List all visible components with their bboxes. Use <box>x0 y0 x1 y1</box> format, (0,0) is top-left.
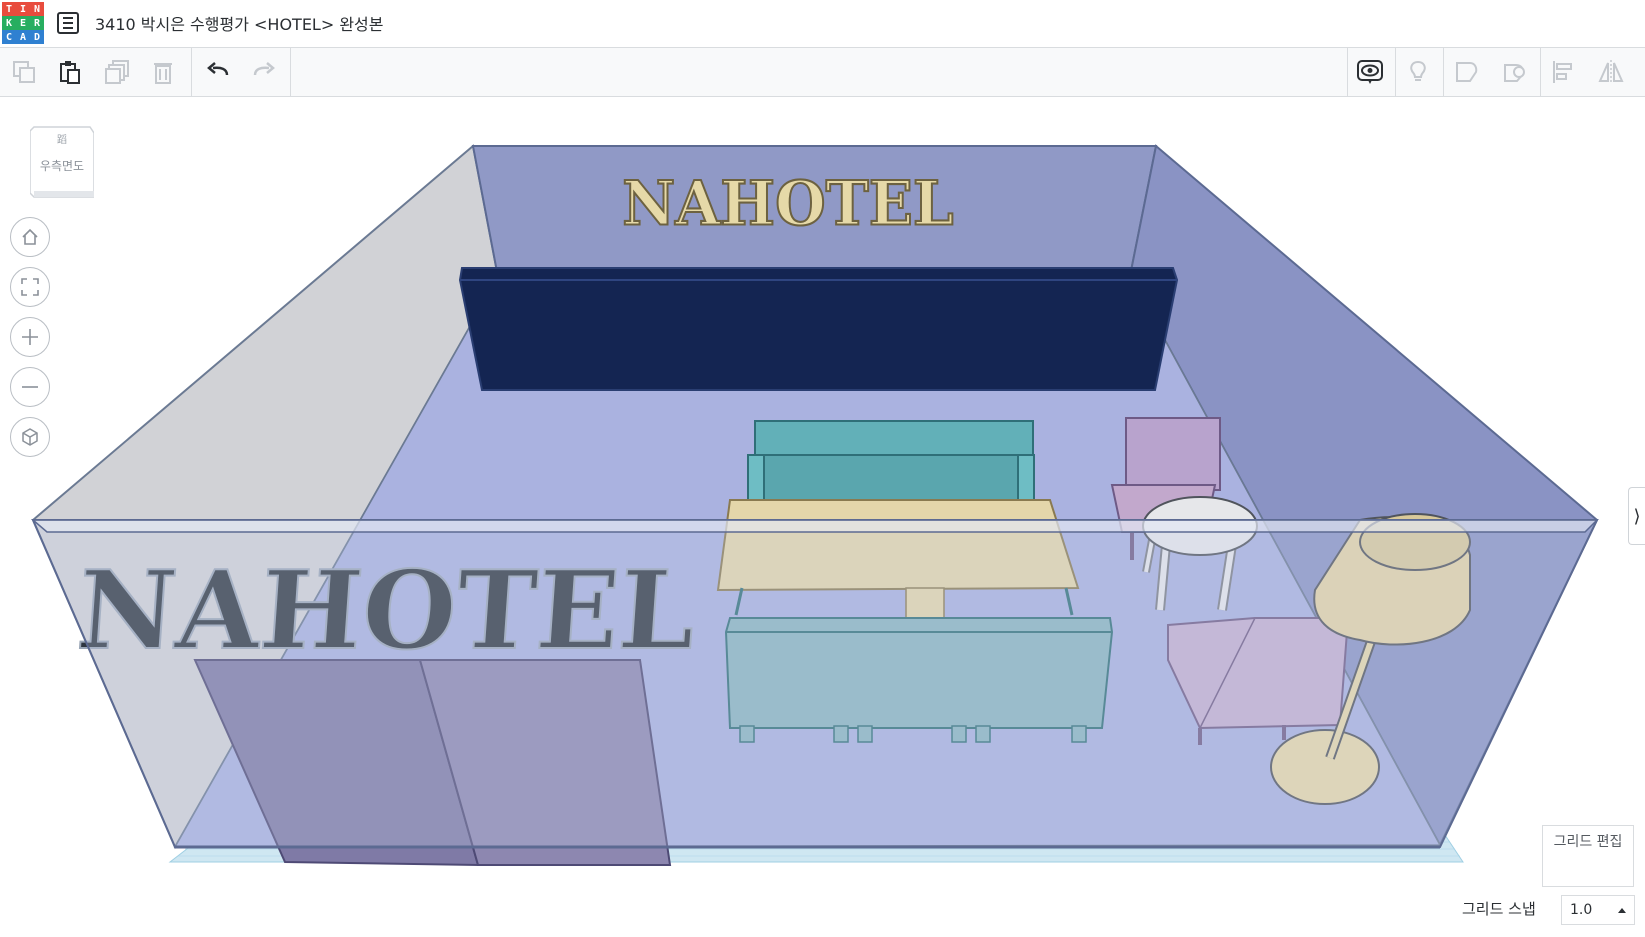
tinkercad-logo[interactable]: TINKERCAD <box>2 2 44 44</box>
logo-letter: T <box>2 2 16 16</box>
grid-snap-select[interactable]: 1.0 <box>1561 895 1635 925</box>
logo-letter: D <box>30 30 44 44</box>
logo-letter: E <box>16 16 30 30</box>
logo-letter: N <box>30 2 44 16</box>
logo-letter: K <box>2 16 16 30</box>
design-title[interactable]: 3410 박시은 수행평가 <HOTEL> 완성본 <box>95 11 384 35</box>
front-glass-wall <box>31 519 1599 848</box>
caret-up-icon <box>1618 908 1626 913</box>
light-bulb-icon[interactable] <box>1400 54 1436 90</box>
logo-letter: I <box>16 2 30 16</box>
paste-icon[interactable] <box>52 54 88 90</box>
grid-snap-value: 1.0 <box>1570 902 1593 918</box>
back-sofa[interactable] <box>747 420 1035 501</box>
view-cube[interactable]: 蹈 우측면도 <box>29 123 95 201</box>
3d-scene[interactable]: NAHOTEL NAHOTEL <box>0 97 1645 937</box>
mirror-icon[interactable] <box>1593 54 1629 90</box>
zoom-out-icon[interactable] <box>10 367 50 407</box>
edit-grid-button[interactable]: 그리드 편집 <box>1542 825 1634 887</box>
logo-letter: R <box>30 16 44 30</box>
shape-solid-icon[interactable] <box>1449 54 1485 90</box>
fit-view-icon[interactable] <box>10 267 50 307</box>
home-icon[interactable] <box>10 217 50 257</box>
redo-icon[interactable] <box>246 54 282 90</box>
toolbar <box>0 48 1645 97</box>
align-icon[interactable] <box>1545 54 1581 90</box>
svg-text:蹈: 蹈 <box>57 134 67 146</box>
duplicate-icon[interactable] <box>99 54 135 90</box>
grid-snap-label: 그리드 스냅 <box>1462 900 1536 918</box>
zoom-in-icon[interactable] <box>10 317 50 357</box>
workplane-viewport[interactable]: NAHOTEL NAHOTEL 蹈 우측면도 <box>0 97 1645 937</box>
logo-letter: A <box>16 30 30 44</box>
design-list-icon[interactable] <box>57 12 79 34</box>
cabinet[interactable] <box>458 267 1179 391</box>
shape-hole-icon[interactable] <box>1497 54 1533 90</box>
undo-icon[interactable] <box>200 54 236 90</box>
delete-icon[interactable] <box>145 54 181 90</box>
perspective-icon[interactable] <box>10 417 50 457</box>
top-bar: TINKERCAD 3410 박시은 수행평가 <HOTEL> 완성본 <box>0 0 1645 48</box>
edit-grid-label: 그리드 편집 <box>1553 834 1623 850</box>
visibility-icon[interactable] <box>1352 54 1388 90</box>
panel-toggle-icon[interactable]: ⟩ <box>1628 487 1645 545</box>
logo-letter: C <box>2 30 16 44</box>
view-cube-label: 우측면도 <box>39 159 85 173</box>
copy-icon[interactable] <box>6 54 42 90</box>
wall-sign[interactable]: NAHOTEL <box>621 167 954 241</box>
